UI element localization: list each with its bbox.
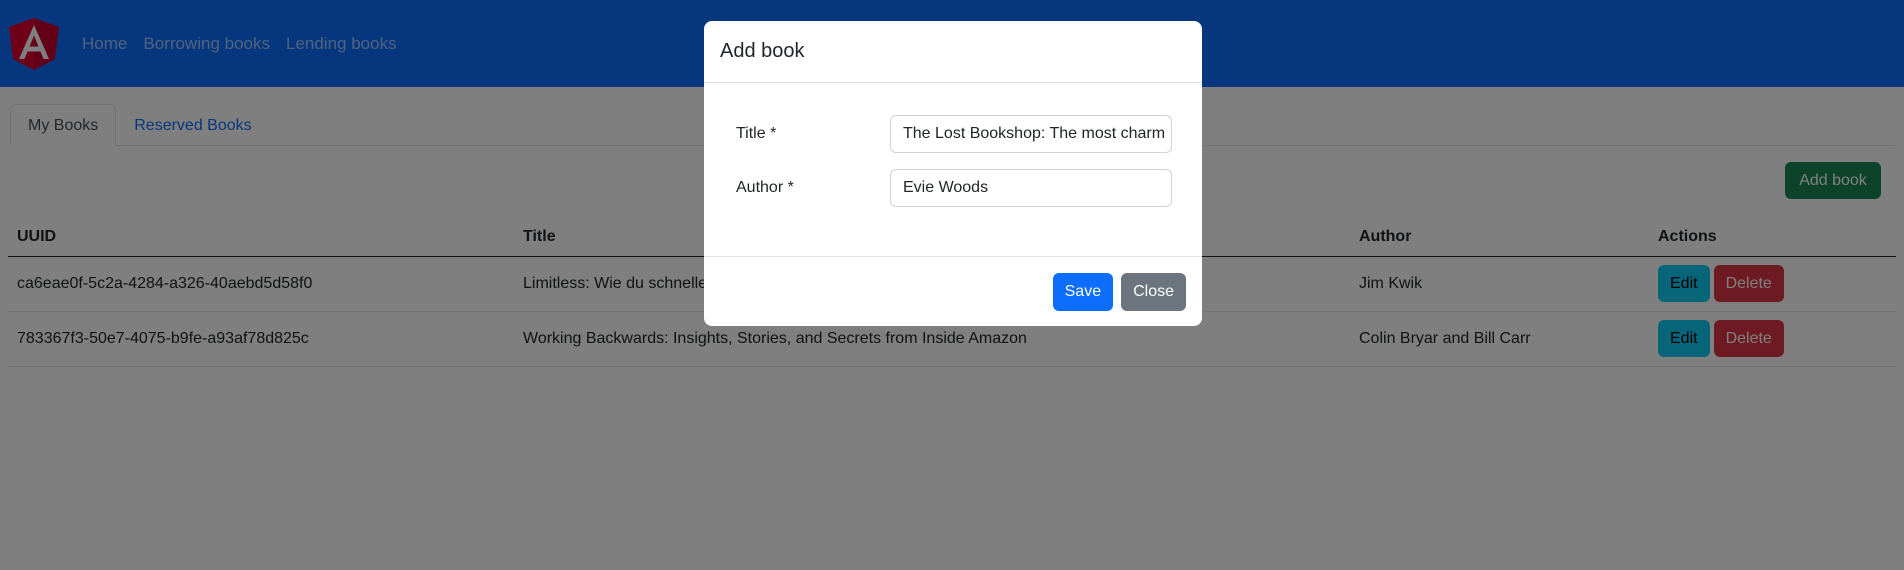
- modal-title: Add book: [720, 40, 805, 62]
- modal-header: Add book: [704, 21, 1202, 83]
- modal-body: Title * The Lost Bookshop: The most char…: [704, 83, 1202, 256]
- author-input[interactable]: Evie Woods: [890, 169, 1172, 207]
- title-label: Title *: [736, 125, 777, 142]
- title-form-row: Title * The Lost Bookshop: The most char…: [736, 115, 1172, 153]
- add-book-modal: Add book Title * The Lost Bookshop: The …: [704, 21, 1202, 326]
- author-form-row: Author * Evie Woods: [736, 169, 1172, 207]
- title-input[interactable]: The Lost Bookshop: The most charm: [890, 115, 1172, 153]
- author-label: Author *: [736, 179, 794, 196]
- close-button[interactable]: Close: [1121, 272, 1186, 311]
- modal-footer: Save Close: [704, 256, 1202, 326]
- save-button[interactable]: Save: [1052, 272, 1114, 311]
